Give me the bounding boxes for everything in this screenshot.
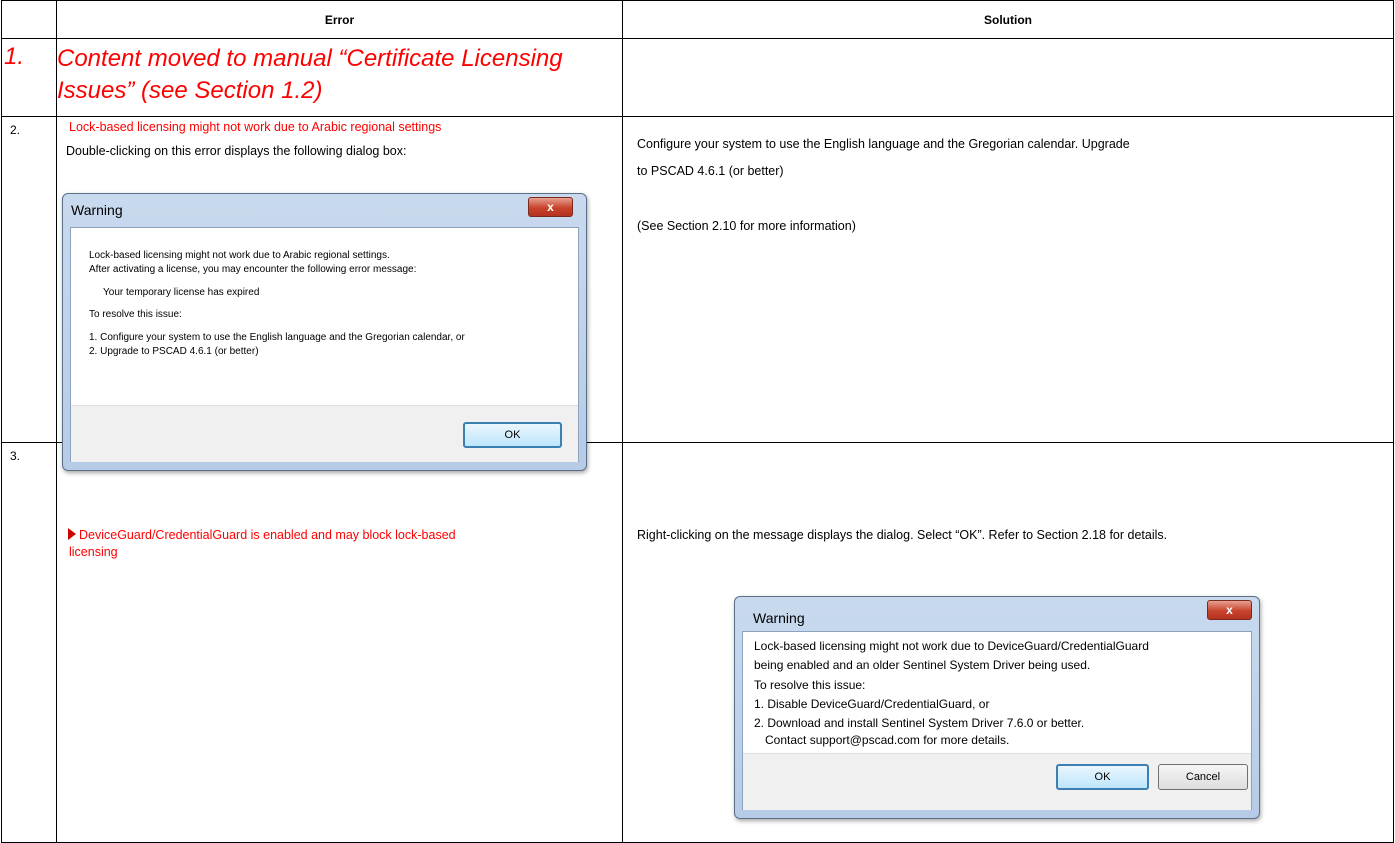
table-row: 1. Content moved to manual “Certificate … bbox=[1, 38, 1394, 117]
row-solution-text: Right-clicking on the message displays t… bbox=[637, 528, 1168, 542]
header-number-cell bbox=[1, 0, 57, 39]
row-solution-line-3: (See Section 2.10 for more information) bbox=[637, 219, 856, 233]
dialog-title: Warning bbox=[753, 610, 805, 626]
cancel-button[interactable]: Cancel bbox=[1158, 764, 1248, 790]
row-solution-line-2: to PSCAD 4.6.1 (or better) bbox=[637, 164, 784, 178]
row-number: 1. bbox=[1, 38, 57, 117]
dialog-text-line: After activating a license, you may enco… bbox=[89, 264, 417, 275]
row-solution-line-1: Configure your system to use the English… bbox=[637, 137, 1130, 151]
dialog-error-message: Your temporary license has expired bbox=[103, 287, 260, 298]
header-error: Error bbox=[56, 0, 623, 39]
row-error-cell bbox=[56, 442, 623, 843]
row-number: 2. bbox=[1, 116, 57, 443]
row-number: 3. bbox=[1, 442, 57, 843]
dialog-footer: OK Cancel bbox=[743, 753, 1251, 810]
row-error-title-continued: licensing bbox=[69, 545, 118, 559]
dialog-text-line: To resolve this issue: bbox=[89, 309, 182, 320]
dialog-text-line: To resolve this issue: bbox=[754, 678, 866, 692]
dialog-title: Warning bbox=[71, 202, 123, 218]
red-triangle-flag-icon bbox=[68, 528, 76, 540]
dialog-text-line: being enabled and an older Sentinel Syst… bbox=[754, 658, 1091, 672]
row-error-text: Content moved to manual “Certificate Lic… bbox=[56, 38, 623, 117]
dialog-body: Lock-based licensing might not work due … bbox=[70, 227, 579, 462]
dialog-text-line: 1. Configure your system to use the Engl… bbox=[89, 332, 465, 343]
warning-dialog: Warning x Lock-based licensing might not… bbox=[734, 596, 1260, 819]
ok-button[interactable]: OK bbox=[463, 422, 562, 448]
header-row: Error Solution bbox=[1, 0, 1394, 39]
warning-dialog: Warning x Lock-based licensing might not… bbox=[62, 193, 587, 471]
row-error-title: DeviceGuard/CredentialGuard is enabled a… bbox=[79, 528, 456, 542]
dialog-body: Lock-based licensing might not work due … bbox=[742, 631, 1252, 810]
dialog-text-line: 2. Download and install Sentinel System … bbox=[754, 716, 1085, 730]
dialog-text-line: Contact support@pscad.com for more detai… bbox=[765, 733, 1010, 747]
ok-button[interactable]: OK bbox=[1056, 764, 1149, 790]
row-solution-text bbox=[622, 38, 1394, 117]
close-icon[interactable]: x bbox=[528, 197, 573, 217]
row-error-title: Lock-based licensing might not work due … bbox=[69, 120, 442, 134]
row-error-desc: Double-clicking on this error displays t… bbox=[66, 144, 407, 158]
header-solution: Solution bbox=[622, 0, 1394, 39]
close-icon[interactable]: x bbox=[1207, 600, 1252, 620]
dialog-text-line: Lock-based licensing might not work due … bbox=[89, 250, 390, 261]
dialog-text-line: Lock-based licensing might not work due … bbox=[754, 639, 1149, 653]
dialog-text-line: 2. Upgrade to PSCAD 4.6.1 (or better) bbox=[89, 346, 259, 357]
dialog-footer: OK bbox=[71, 405, 578, 462]
dialog-text-line: 1. Disable DeviceGuard/CredentialGuard, … bbox=[754, 697, 990, 711]
